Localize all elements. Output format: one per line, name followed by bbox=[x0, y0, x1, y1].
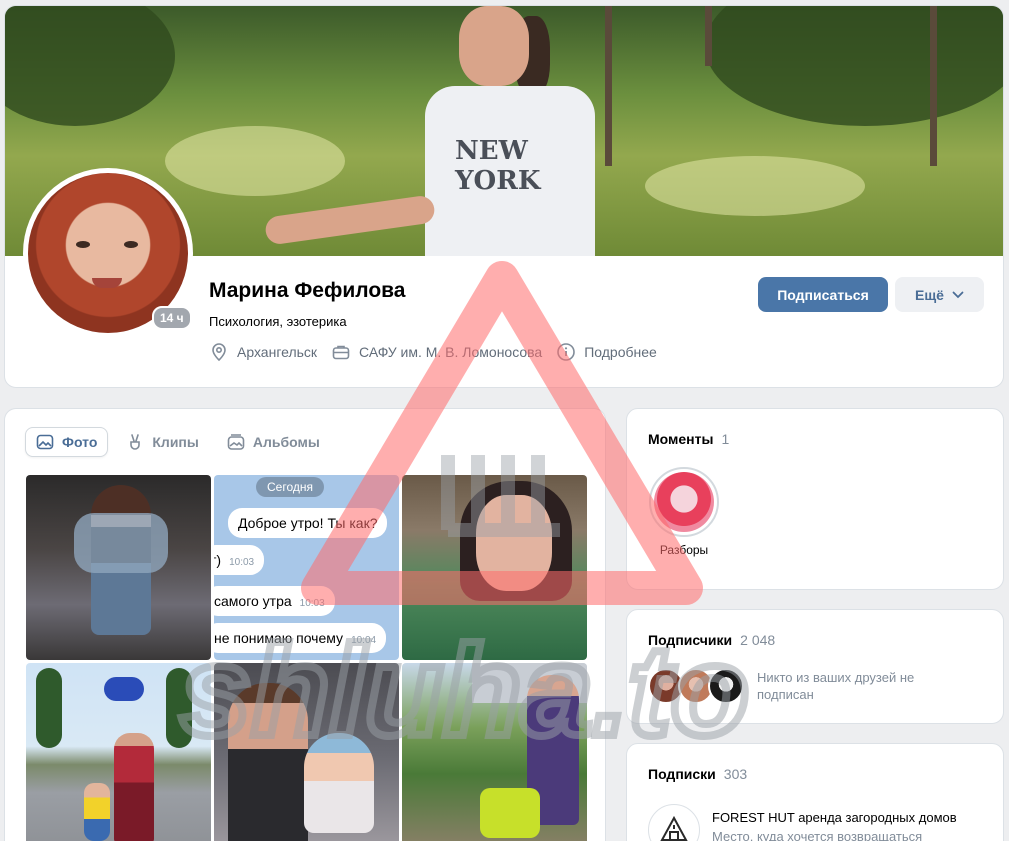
cover-person-shirt: NEW YORK bbox=[425, 86, 595, 256]
photo-thumbnail[interactable] bbox=[402, 663, 587, 841]
profile-header-card: NEW YORK 14 ч Марина Фефилова Психология… bbox=[4, 5, 1004, 388]
image-icon bbox=[36, 434, 54, 450]
community-avatar bbox=[648, 804, 700, 841]
briefcase-icon bbox=[332, 345, 350, 360]
info-icon bbox=[557, 343, 576, 361]
cover-person-arm bbox=[263, 194, 437, 246]
info-details-label: Подробнее bbox=[584, 344, 657, 360]
cover-foliage bbox=[5, 6, 175, 126]
photo-thumbnail[interactable] bbox=[402, 475, 587, 660]
moments-title-label: Моменты bbox=[648, 431, 714, 447]
cover-tree bbox=[705, 6, 712, 66]
following-title[interactable]: Подписки 303 bbox=[648, 766, 747, 782]
chat-message-text: т) bbox=[214, 552, 222, 568]
profile-info-row: Архангельск САФУ им. М. В. Ломоносова По… bbox=[209, 342, 657, 362]
photo-woman bbox=[228, 683, 308, 841]
cover-person-head bbox=[459, 6, 529, 86]
photo-bike bbox=[480, 788, 540, 838]
profile-name: Марина Фефилова bbox=[209, 279, 406, 302]
photo-thumbnail[interactable] bbox=[26, 475, 211, 660]
avatar-eye bbox=[124, 241, 138, 248]
profile-page: NEW YORK 14 ч Марина Фефилова Психология… bbox=[0, 0, 1009, 841]
chat-message-text: Доброе утро! Ты как? bbox=[238, 515, 378, 531]
photo-thumbnail[interactable] bbox=[26, 663, 211, 841]
cover-shirt-text: NEW YORK bbox=[455, 136, 541, 196]
cover-foliage bbox=[705, 6, 1003, 126]
following-card: Подписки 303 FOREST HUT аренда загородны… bbox=[626, 743, 1004, 841]
cover-tree bbox=[605, 6, 612, 166]
chat-message: т) 10:03 bbox=[214, 545, 265, 575]
chevron-down-icon bbox=[952, 291, 964, 298]
cover-person: NEW YORK bbox=[263, 6, 595, 256]
chat-date-pill: Сегодня bbox=[256, 477, 324, 497]
subscriber-avatars[interactable] bbox=[648, 668, 744, 704]
photo-thumbnail-chat[interactable]: Сегодня Доброе утро! Ты как? т) 10:03 сам… bbox=[214, 475, 399, 660]
following-title-label: Подписки bbox=[648, 766, 716, 782]
moment-ring bbox=[649, 467, 719, 537]
tab-clips-label: Клипы bbox=[152, 434, 199, 450]
photo-baby bbox=[304, 733, 374, 833]
moment-thumbnail bbox=[654, 472, 714, 532]
chat-message: не понимаю почему 10:04 bbox=[214, 623, 387, 653]
cover-light bbox=[165, 126, 345, 196]
avatar-eye bbox=[76, 241, 90, 248]
photo-tree bbox=[166, 668, 192, 748]
subscribers-title-label: Подписчики bbox=[648, 632, 733, 648]
following-item-name: FOREST HUT аренда загородных домов bbox=[712, 810, 957, 825]
chat-message: самого утра 10:03 bbox=[214, 586, 335, 616]
chat-message-text: самого утра bbox=[214, 593, 292, 609]
chat-message: Доброе утро! Ты как? bbox=[228, 508, 388, 538]
chat-message-time: 10:04 bbox=[351, 635, 377, 646]
photo-tree bbox=[36, 668, 62, 748]
info-university-label: САФУ им. М. В. Ломоносова bbox=[359, 344, 543, 360]
following-item-desc: Место, куда хочется возвращаться bbox=[712, 829, 923, 841]
photos-card: Фото Клипы Альбомы Сегодня Доброе утро! … bbox=[4, 408, 606, 841]
more-button-label: Ещё bbox=[915, 286, 944, 303]
tab-photos[interactable]: Фото bbox=[25, 427, 109, 457]
subscribe-button[interactable]: Подписаться bbox=[758, 277, 888, 312]
info-city-label: Архангельск bbox=[237, 344, 318, 360]
photo-child bbox=[84, 783, 110, 841]
chat-message-text: не понимаю почему bbox=[214, 630, 344, 646]
info-details-link[interactable]: Подробнее bbox=[556, 342, 657, 362]
moment-item[interactable]: Разборы bbox=[649, 467, 719, 557]
following-item-text: FOREST HUT аренда загородных домов Место… bbox=[712, 804, 982, 841]
photos-tabs: Фото Клипы Альбомы bbox=[25, 427, 330, 457]
photo-balloon bbox=[104, 677, 144, 701]
albums-icon bbox=[227, 434, 245, 450]
info-university[interactable]: САФУ им. М. В. Ломоносова bbox=[331, 342, 542, 362]
clips-icon bbox=[130, 434, 141, 450]
last-seen-badge: 14 ч bbox=[152, 306, 192, 330]
following-item[interactable]: FOREST HUT аренда загородных домов Место… bbox=[648, 804, 982, 841]
chat-message-time: 10:03 bbox=[229, 557, 255, 568]
photos-grid: Сегодня Доброе утро! Ты как? т) 10:03 сам… bbox=[26, 475, 587, 841]
subscribers-count: 2 048 bbox=[740, 632, 776, 648]
more-button[interactable]: Ещё bbox=[895, 277, 984, 312]
tab-albums-label: Альбомы bbox=[252, 434, 320, 450]
avatar-mouth bbox=[92, 278, 122, 288]
cover-light bbox=[645, 156, 865, 216]
info-city[interactable]: Архангельск bbox=[209, 342, 317, 362]
avatar bbox=[708, 668, 744, 704]
subscribers-title[interactable]: Подписчики 2 048 bbox=[648, 632, 775, 648]
location-pin-icon bbox=[212, 343, 226, 362]
moments-count: 1 bbox=[721, 431, 730, 447]
subscribers-card: Подписчики 2 048 Никто из ваших друзей н… bbox=[626, 609, 1004, 724]
tab-photos-label: Фото bbox=[62, 434, 98, 450]
no-friends-text: Никто из ваших друзей не подписан bbox=[757, 670, 915, 702]
photo-face bbox=[476, 495, 552, 591]
moments-title[interactable]: Моменты 1 bbox=[648, 431, 729, 447]
photo-adult bbox=[114, 733, 154, 841]
chat-message-time: 10:03 bbox=[299, 598, 325, 609]
tab-clips[interactable]: Клипы bbox=[116, 427, 208, 457]
cover-tree bbox=[930, 6, 937, 166]
photo-figure-jacket bbox=[74, 513, 168, 573]
following-count: 303 bbox=[723, 766, 748, 782]
tab-albums[interactable]: Альбомы bbox=[217, 427, 330, 457]
photo-thumbnail[interactable] bbox=[214, 663, 399, 841]
moment-label: Разборы bbox=[659, 543, 709, 557]
moments-card: Моменты 1 Разборы bbox=[626, 408, 1004, 590]
forest-hut-logo-icon bbox=[660, 815, 688, 841]
profile-status: Психология, эзотерика bbox=[209, 314, 347, 329]
